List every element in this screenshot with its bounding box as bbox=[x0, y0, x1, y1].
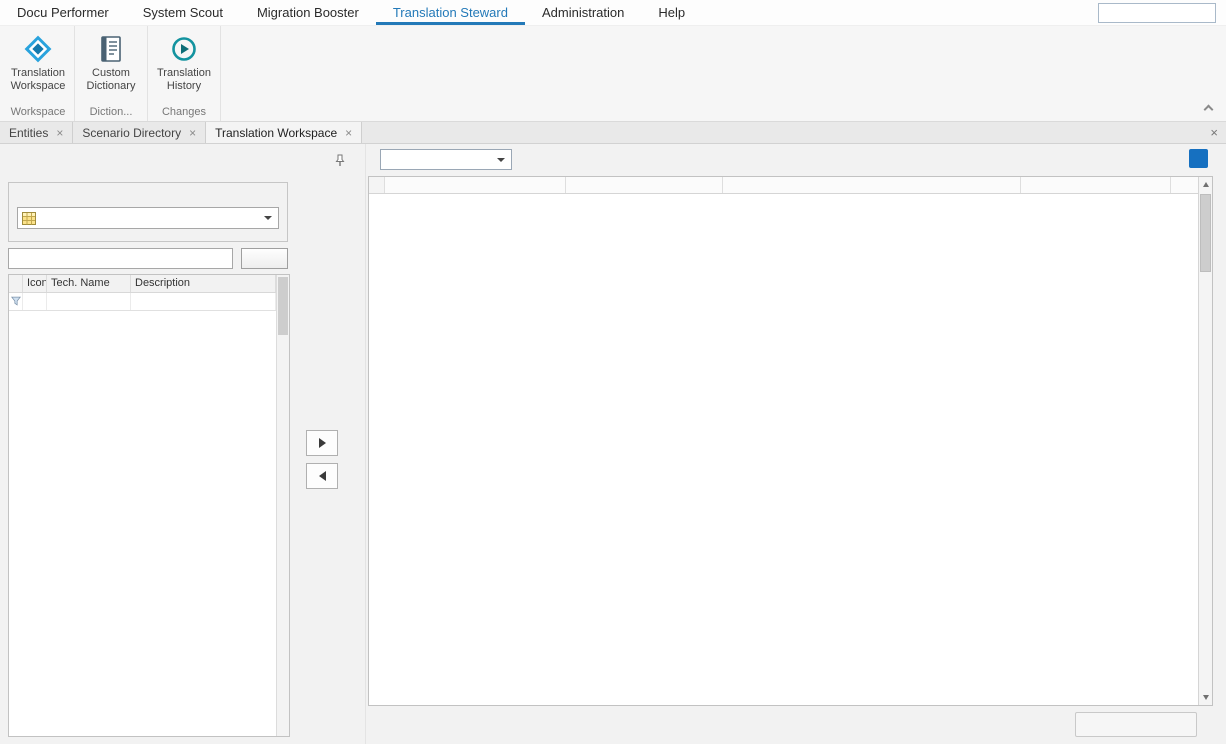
scroll-up-button[interactable] bbox=[1199, 177, 1212, 192]
menu-bar: Docu PerformerSystem ScoutMigration Boos… bbox=[0, 0, 1226, 26]
select-entities-panel: IconTech. NameDescription bbox=[0, 144, 366, 744]
menu-item-translation-steward[interactable]: Translation Steward bbox=[376, 0, 525, 25]
object-type-groupbox bbox=[8, 182, 288, 242]
entity-table-scrollbar[interactable] bbox=[276, 275, 289, 736]
entity-table-main: IconTech. NameDescription bbox=[9, 275, 276, 736]
ribbon-group-caption: Workspace bbox=[6, 102, 70, 121]
pin-icon[interactable] bbox=[334, 154, 346, 167]
tab-scenario-directory[interactable]: Scenario Directory × bbox=[73, 122, 206, 143]
arrow-right-icon bbox=[319, 438, 326, 448]
help-button[interactable] bbox=[1189, 149, 1208, 168]
grid-header-indicator bbox=[369, 177, 385, 193]
ribbon-button-label: Workspace bbox=[6, 80, 70, 93]
grid-vertical-scrollbar[interactable] bbox=[1198, 177, 1212, 705]
menu-item-administration[interactable]: Administration bbox=[525, 0, 641, 25]
entity-table-header: IconTech. NameDescription bbox=[9, 275, 276, 293]
ribbon-group-diction: CustomDictionaryDiction... bbox=[75, 26, 148, 121]
entity-search-input[interactable] bbox=[8, 248, 233, 269]
arrow-down-icon bbox=[1203, 695, 1209, 700]
translation-workspace-panel bbox=[366, 144, 1226, 744]
column-header-icon[interactable]: Icon bbox=[23, 275, 47, 292]
filter-cell[interactable] bbox=[47, 293, 131, 310]
tab-entities[interactable]: Entities × bbox=[0, 122, 73, 143]
ribbon-group-caption: Diction... bbox=[79, 102, 143, 121]
scrollbar-thumb[interactable] bbox=[1200, 194, 1211, 272]
ribbon-button-label: Translation bbox=[152, 67, 216, 80]
tab-label: Entities bbox=[9, 126, 48, 140]
ribbon-button-area: TranslationHistory bbox=[152, 28, 216, 102]
tabbar-close-icon[interactable]: × bbox=[1210, 125, 1218, 140]
translation-toolbar bbox=[366, 144, 1226, 174]
ribbon: TranslationWorkspaceWorkspaceCustomDicti… bbox=[0, 26, 1226, 122]
menu-item-migration-booster[interactable]: Migration Booster bbox=[240, 0, 376, 25]
menu-item-docu-performer[interactable]: Docu Performer bbox=[0, 0, 126, 25]
chevron-up-icon bbox=[1203, 105, 1213, 115]
ribbon-button-label: Custom bbox=[79, 67, 143, 80]
move-right-button[interactable] bbox=[306, 430, 338, 456]
document-tab-bar: Entities×Scenario Directory×Translation … bbox=[0, 122, 1226, 144]
ribbon-group-workspace: TranslationWorkspaceWorkspace bbox=[2, 26, 75, 121]
move-left-button[interactable] bbox=[306, 463, 338, 489]
entity-table: IconTech. NameDescription bbox=[8, 274, 290, 737]
grid-header-extra bbox=[1171, 177, 1198, 193]
ribbon-collapse-button[interactable] bbox=[1200, 103, 1216, 115]
menu-items: Docu PerformerSystem ScoutMigration Boos… bbox=[0, 0, 1226, 25]
custom-dictionary-button[interactable]: CustomDictionary bbox=[79, 28, 143, 102]
filter-cell[interactable] bbox=[131, 293, 276, 310]
chevron-down-icon bbox=[264, 216, 272, 220]
tab-close-icon[interactable]: × bbox=[189, 128, 196, 138]
tab-close-icon[interactable]: × bbox=[345, 128, 352, 138]
workspace-icon bbox=[23, 34, 53, 64]
grid-header-long-description[interactable] bbox=[723, 177, 1021, 193]
column-header-tech-name[interactable]: Tech. Name bbox=[47, 275, 131, 292]
tab-label: Scenario Directory bbox=[82, 126, 181, 140]
filter-row-indicator bbox=[9, 293, 23, 310]
header-indicator-cell bbox=[9, 275, 23, 292]
ribbon-button-label: Dictionary bbox=[79, 80, 143, 93]
language-pair-dropdown[interactable] bbox=[380, 149, 512, 170]
scrollbar-thumb[interactable] bbox=[278, 277, 288, 335]
grid-header bbox=[369, 177, 1198, 194]
menu-item-system-scout[interactable]: System Scout bbox=[126, 0, 240, 25]
translation-history-button[interactable]: TranslationHistory bbox=[152, 28, 216, 102]
ribbon-group-caption: Changes bbox=[152, 102, 216, 121]
history-icon bbox=[169, 34, 199, 64]
ribbon-button-area: TranslationWorkspace bbox=[6, 28, 70, 102]
dictionary-icon bbox=[96, 34, 126, 64]
tab-translation-workspace[interactable]: Translation Workspace × bbox=[206, 122, 362, 143]
query-icon bbox=[22, 212, 36, 225]
ribbon-button-label: Translation bbox=[6, 67, 70, 80]
grid-header-tree[interactable] bbox=[385, 177, 566, 193]
arrow-left-icon bbox=[319, 471, 326, 481]
tab-label: Translation Workspace bbox=[215, 126, 337, 140]
load-button[interactable] bbox=[241, 248, 288, 269]
filter-funnel-icon bbox=[11, 295, 21, 309]
update-texts-in-sap-button[interactable] bbox=[1075, 712, 1197, 737]
object-type-dropdown[interactable] bbox=[17, 207, 279, 229]
tab-close-icon[interactable]: × bbox=[56, 128, 63, 138]
translation-workspace-button[interactable]: TranslationWorkspace bbox=[6, 28, 70, 102]
arrow-up-icon bbox=[1203, 182, 1209, 187]
grid-header-scope[interactable] bbox=[1021, 177, 1171, 193]
entity-table-filter-row[interactable] bbox=[9, 293, 276, 311]
translation-grid bbox=[368, 176, 1213, 706]
app-window: Docu PerformerSystem ScoutMigration Boos… bbox=[0, 0, 1226, 744]
grid-main bbox=[369, 177, 1198, 705]
ribbon-button-area: CustomDictionary bbox=[79, 28, 143, 102]
tips-and-tricks-button[interactable] bbox=[1098, 3, 1216, 23]
column-header-description[interactable]: Description bbox=[131, 275, 276, 292]
ribbon-group-changes: TranslationHistoryChanges bbox=[148, 26, 221, 121]
grid-header-short-description[interactable] bbox=[566, 177, 723, 193]
ribbon-button-label: History bbox=[152, 80, 216, 93]
filter-cell[interactable] bbox=[23, 293, 47, 310]
ribbon-groups: TranslationWorkspaceWorkspaceCustomDicti… bbox=[0, 26, 1226, 121]
menu-item-help[interactable]: Help bbox=[641, 0, 702, 25]
tabs-container: Entities×Scenario Directory×Translation … bbox=[0, 122, 362, 143]
chevron-down-icon bbox=[497, 158, 505, 162]
scroll-down-button[interactable] bbox=[1199, 690, 1212, 705]
